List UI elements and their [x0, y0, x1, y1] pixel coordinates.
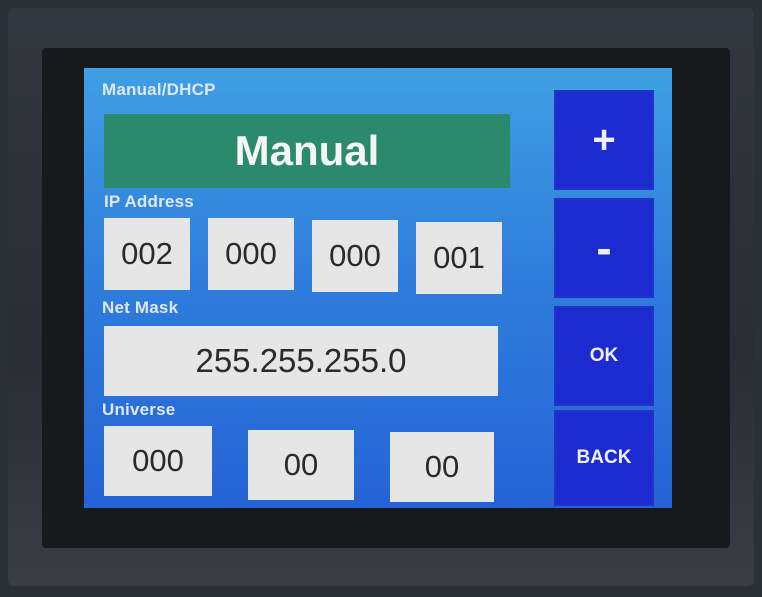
- minus-button[interactable]: -: [554, 198, 654, 298]
- universe-field-2[interactable]: 00: [248, 430, 354, 500]
- mode-value[interactable]: Manual: [104, 114, 510, 188]
- mode-label: Manual/DHCP: [102, 80, 216, 99]
- ok-button[interactable]: OK: [554, 306, 654, 406]
- universe-label: Universe: [102, 400, 176, 419]
- ip-octet-1[interactable]: 002: [104, 218, 190, 290]
- plus-button[interactable]: +: [554, 90, 654, 190]
- ip-octet-4[interactable]: 001: [416, 222, 502, 294]
- universe-field-3[interactable]: 00: [390, 432, 494, 502]
- ip-octet-3[interactable]: 000: [312, 220, 398, 292]
- ip-octet-2[interactable]: 000: [208, 218, 294, 290]
- universe-field-1[interactable]: 000: [104, 426, 212, 496]
- netmask-label: Net Mask: [102, 298, 179, 317]
- ip-address-label: IP Address: [104, 192, 194, 211]
- lcd-screen: Manual/DHCP Manual IP Address 002 000 00…: [84, 68, 672, 508]
- netmask-field[interactable]: 255.255.255.0: [104, 326, 498, 396]
- back-button[interactable]: BACK: [554, 410, 654, 506]
